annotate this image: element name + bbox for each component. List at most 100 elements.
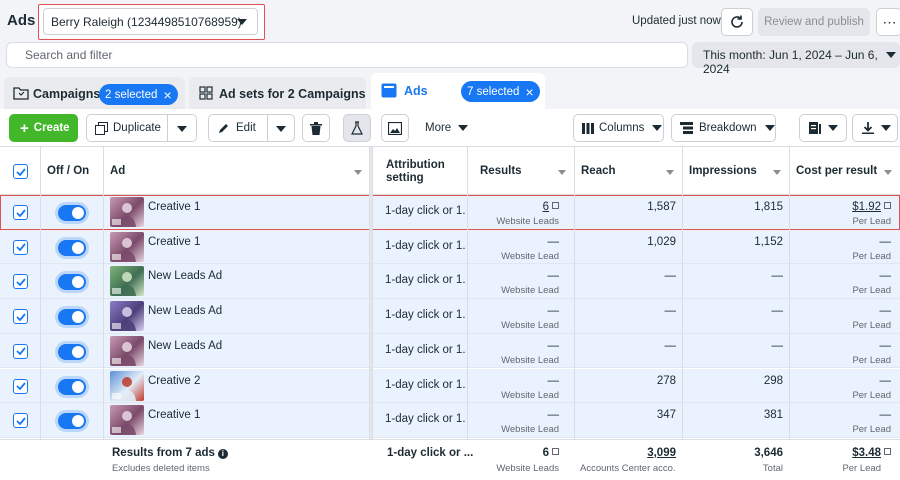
table-row[interactable]: New Leads Ad 1-day click or 1... — Website … [0,333,900,369]
chevron-down-icon[interactable] [177,126,187,132]
toolbar: + Create Duplicate Edit More Columns Bre… [0,109,900,147]
account-selector[interactable]: Berry Raleigh (1234498510768959) [43,8,258,35]
sort-icon[interactable] [884,170,892,175]
row-checkbox[interactable] [13,239,28,255]
ad-thumbnail[interactable] [110,370,144,401]
tab-campaigns[interactable]: Campaigns 2 selected × [4,77,185,109]
info-icon[interactable] [884,202,891,209]
ad-name[interactable]: New Leads Ad [148,305,222,317]
review-publish-button[interactable]: Review and publish [758,8,870,36]
header-off-on[interactable]: Off / On [40,147,103,195]
info-icon[interactable] [884,448,891,455]
test-button[interactable] [343,114,371,142]
flask-icon [351,121,363,135]
ad-status-toggle[interactable] [58,274,86,291]
ad-status-toggle[interactable] [58,239,86,256]
reports-dropdown[interactable] [799,114,847,142]
more-dropdown[interactable]: More [416,114,471,142]
header-impressions[interactable]: Impressions [682,147,789,195]
campaigns-selected-pill[interactable]: 2 selected × [99,84,178,105]
sort-icon[interactable] [773,170,781,175]
ad-status-toggle[interactable] [58,413,86,430]
column-resize-handle[interactable] [369,147,373,480]
results-value: — [547,409,560,422]
table-row[interactable]: New Leads Ad 1-day click or 1... — Website … [0,264,900,300]
refresh-button[interactable] [721,8,753,36]
cost-value: — [879,305,892,318]
header-ad[interactable]: Ad [103,147,370,195]
table-row[interactable]: Creative 1 1-day click or 1... 6 Website Le… [0,195,900,230]
select-all-checkbox[interactable] [13,164,28,179]
summary-cost-value[interactable]: $3.48 [852,447,881,459]
table-row[interactable]: Creative 2 1-day click or 1... — Website Le… [0,368,900,404]
export-dropdown[interactable] [852,114,898,142]
more-options-button[interactable]: ⋯ [876,8,900,36]
attribution-setting: 1-day click or 1... [385,239,465,252]
ad-name[interactable]: Creative 1 [148,201,200,213]
summary-attribution: 1-day click or ... [387,447,474,459]
ad-thumbnail[interactable] [110,405,144,436]
ad-thumbnail[interactable] [110,231,144,262]
header-cost-per-result[interactable]: Cost per result [789,147,900,195]
preview-button[interactable] [381,114,409,142]
header-reach[interactable]: Reach [574,147,682,195]
ad-name[interactable]: Creative 1 [148,409,200,421]
close-icon[interactable]: × [163,88,171,102]
info-icon[interactable]: i [217,449,228,459]
ad-status-toggle[interactable] [58,378,86,395]
ad-thumbnail[interactable] [110,197,144,227]
chevron-down-icon[interactable] [276,126,286,132]
chevron-down-icon [652,125,663,131]
row-checkbox[interactable] [13,413,28,429]
row-checkbox[interactable] [13,309,28,325]
header-attribution[interactable]: Attribution setting [379,147,467,195]
search-input[interactable] [25,48,625,62]
sort-icon[interactable] [354,170,362,175]
row-checkbox[interactable] [13,343,28,359]
summary-reach[interactable]: 3,099 [574,447,676,459]
ad-thumbnail[interactable] [110,266,144,297]
info-icon[interactable] [552,448,559,455]
cost-value[interactable]: $1.92 [852,201,881,213]
ad-status-toggle[interactable] [58,309,86,326]
chevron-down-icon [828,125,838,131]
ad-name[interactable]: Creative 2 [148,375,200,387]
ad-status-toggle[interactable] [58,205,86,221]
sort-icon[interactable] [558,170,566,175]
table-row[interactable]: New Leads Ad 1-day click or 1... — Website … [0,299,900,334]
table-row[interactable]: Creative 1 1-day click or 1... — Website Le… [0,229,900,265]
ad-thumbnail[interactable] [110,301,144,332]
create-button[interactable]: + Create [9,114,78,142]
sort-icon[interactable] [666,170,674,175]
tab-adsets[interactable]: Ad sets for 2 Campaigns [189,77,366,109]
row-checkbox[interactable] [13,378,28,394]
ad-name[interactable]: New Leads Ad [148,340,222,352]
ad-status-toggle[interactable] [58,343,86,360]
tab-ads[interactable]: Ads 7 selected × [371,73,545,109]
top-bar: Ads Berry Raleigh (1234498510768959) Upd… [0,0,900,44]
date-range-picker[interactable]: This month: Jun 1, 2024 – Jun 6, 2024 [692,42,900,76]
creative-image-icon [112,203,136,227]
results-value: — [547,374,560,387]
table-footer-summary: Results from 7 ads i Excludes deleted ite… [0,439,900,480]
attribution-setting: 1-day click or 1... [385,309,465,322]
ad-name[interactable]: Creative 1 [148,236,200,248]
results-value[interactable]: 6 [543,201,549,213]
info-icon[interactable] [552,202,559,209]
table-row[interactable]: Creative 1 1-day click or 1... — Website Le… [0,403,900,438]
ad-thumbnail[interactable] [110,335,144,366]
edit-button[interactable]: Edit [208,114,295,142]
close-icon[interactable]: × [525,85,533,99]
breakdown-dropdown[interactable]: Breakdown [671,114,776,142]
header-results[interactable]: Results [467,147,574,195]
ad-name[interactable]: New Leads Ad [148,270,222,282]
reach-value: 1,587 [647,201,676,213]
ads-selected-pill[interactable]: 7 selected × [461,81,540,102]
results-cell: — [467,305,560,317]
columns-dropdown[interactable]: Columns [573,114,664,142]
cost-type: Per Lead [852,320,891,332]
delete-button[interactable] [302,114,330,142]
row-checkbox[interactable] [13,205,28,220]
duplicate-button[interactable]: Duplicate [86,114,197,142]
row-checkbox[interactable] [13,274,28,290]
